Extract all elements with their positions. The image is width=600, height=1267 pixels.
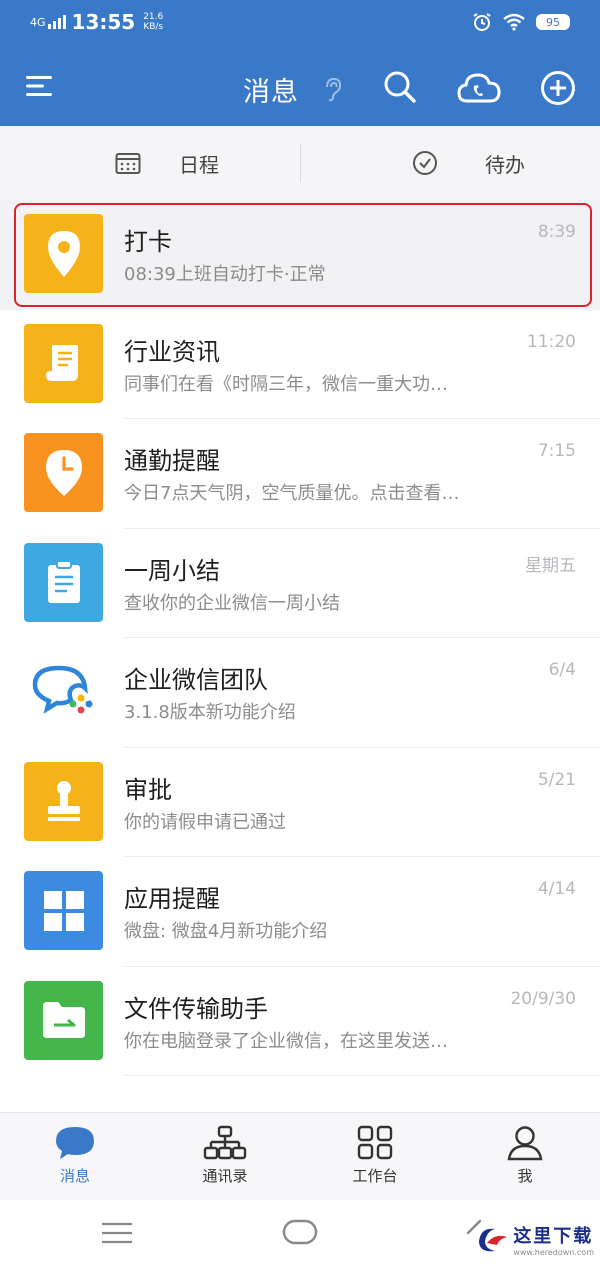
network-speed: 21.6 KB/s (143, 12, 163, 32)
item-preview: 查收你的企业微信一周小结 (124, 592, 340, 614)
top-bar: 4G 13:55 21.6 KB/s 95 消息 (0, 0, 600, 126)
tab-todo[interactable]: 待办 (412, 126, 525, 200)
signal-icon (47, 15, 66, 29)
status-bar: 4G 13:55 21.6 KB/s 95 (0, 0, 600, 46)
person-icon (507, 1126, 543, 1161)
status-time: 13:55 (71, 10, 136, 34)
alarm-icon (473, 13, 491, 31)
watermark-logo-icon (479, 1228, 508, 1251)
item-name: 审批 (124, 775, 172, 804)
bottom-tab-label: 通讯录 (202, 1167, 248, 1185)
clock-pin-icon (24, 433, 103, 512)
check-circle-icon (413, 151, 437, 175)
bottom-tab-contacts[interactable]: 通讯录 (175, 1125, 275, 1186)
watermark-text: 这里下载 (513, 1226, 594, 1247)
network-type: 4G (30, 15, 46, 29)
org-chart-icon (203, 1125, 247, 1160)
add-icon[interactable] (540, 70, 576, 106)
separator (124, 1075, 600, 1076)
tab-todo-label: 待办 (485, 152, 525, 177)
wifi-icon (503, 13, 525, 31)
chat-bubble-icon (56, 1127, 94, 1159)
app-header: 消息 (0, 60, 600, 116)
item-preview: 微盘: 微盘4月新功能介绍 (124, 921, 328, 942)
list-item[interactable]: 一周小结 查收你的企业微信一周小结 星期五 (0, 529, 600, 638)
speed-value: 21.6 (143, 12, 164, 22)
battery-indicator: 95 (536, 14, 570, 30)
item-preview: 同事们在看《时隔三年，微信一重大功… (124, 373, 448, 395)
wecom-logo-icon (24, 652, 103, 731)
item-time: 星期五 (525, 555, 576, 576)
item-time: 7:15 (537, 441, 576, 461)
page-title: 消息 (243, 77, 299, 108)
home-icon[interactable] (282, 1219, 318, 1245)
item-time: 4/14 (537, 879, 576, 899)
list-item[interactable]: 通勤提醒 今日7点天气阴，空气质量优。点击查看… 7:15 (0, 419, 600, 529)
item-time: 8:39 (537, 222, 576, 242)
item-preview: 3.1.8版本新功能介绍 (124, 702, 296, 723)
item-name: 文件传输助手 (124, 994, 268, 1023)
calendar-icon (115, 153, 141, 174)
quick-tabs: 日程 待办 (0, 126, 600, 201)
item-preview: 你在电脑登录了企业微信，在这里发送… (124, 1030, 448, 1052)
tab-divider (300, 144, 301, 182)
watermark-url: www.heredown.com (513, 1248, 594, 1257)
list-item[interactable]: 企业微信团队 3.1.8版本新功能介绍 6/4 (0, 638, 600, 748)
item-name: 企业微信团队 (124, 666, 268, 694)
app-grid-icon (24, 871, 103, 950)
menu-icon[interactable] (26, 74, 54, 98)
bottom-tab-bar: 消息 通讯录 工作台 我 (0, 1112, 600, 1201)
item-name: 应用提醒 (124, 885, 220, 913)
bottom-tab-me[interactable]: 我 (475, 1125, 575, 1186)
item-name: 一周小结 (124, 556, 220, 585)
item-name: 通勤提醒 (124, 447, 220, 475)
folder-transfer-icon (24, 980, 103, 1060)
list-item[interactable]: 打卡 08:39上班自动打卡·正常 8:39 (0, 200, 600, 310)
cloud-phone-icon[interactable] (457, 71, 501, 105)
clipboard-icon (24, 542, 103, 622)
item-preview: 08:39上班自动打卡·正常 (124, 264, 326, 285)
item-time: 6/4 (548, 660, 576, 680)
location-pin-icon (24, 214, 103, 293)
recent-apps-icon[interactable] (101, 1222, 133, 1244)
item-name: 打卡 (124, 228, 172, 256)
item-time: 11:20 (527, 331, 576, 352)
tab-schedule-label: 日程 (179, 152, 219, 177)
item-preview: 你的请假申请已通过 (124, 811, 286, 833)
bottom-tab-label: 我 (517, 1167, 533, 1185)
list-item[interactable]: 审批 你的请假申请已通过 5/21 (0, 748, 600, 857)
search-icon[interactable] (383, 70, 417, 104)
bottom-tab-workbench[interactable]: 工作台 (325, 1125, 425, 1186)
list-item[interactable]: 应用提醒 微盘: 微盘4月新功能介绍 4/14 (0, 857, 600, 967)
item-preview: 今日7点天气阴，空气质量优。点击查看… (124, 483, 460, 504)
bottom-tab-label: 消息 (59, 1167, 90, 1185)
item-time: 5/21 (537, 769, 576, 790)
message-list: 打卡 08:39上班自动打卡·正常 8:39 行业资讯 同事们在看《时隔三年，微… (0, 200, 600, 1076)
watermark: 这里下载 www.heredown.com (473, 1222, 594, 1257)
list-item[interactable]: 行业资讯 同事们在看《时隔三年，微信一重大功… 11:20 (0, 310, 600, 419)
stamp-icon (24, 761, 103, 841)
item-name: 行业资讯 (124, 337, 220, 366)
bottom-tab-messages[interactable]: 消息 (25, 1125, 125, 1186)
workbench-grid-icon (357, 1125, 393, 1160)
bottom-tab-label: 工作台 (352, 1167, 398, 1185)
tab-schedule[interactable]: 日程 (115, 126, 219, 200)
list-item[interactable]: 文件传输助手 你在电脑登录了企业微信，在这里发送… 20/9/30 (0, 967, 600, 1076)
ear-icon[interactable] (322, 77, 344, 103)
document-scroll-icon (24, 323, 103, 403)
speed-unit: KB/s (143, 22, 164, 32)
item-time: 20/9/30 (510, 988, 576, 1009)
